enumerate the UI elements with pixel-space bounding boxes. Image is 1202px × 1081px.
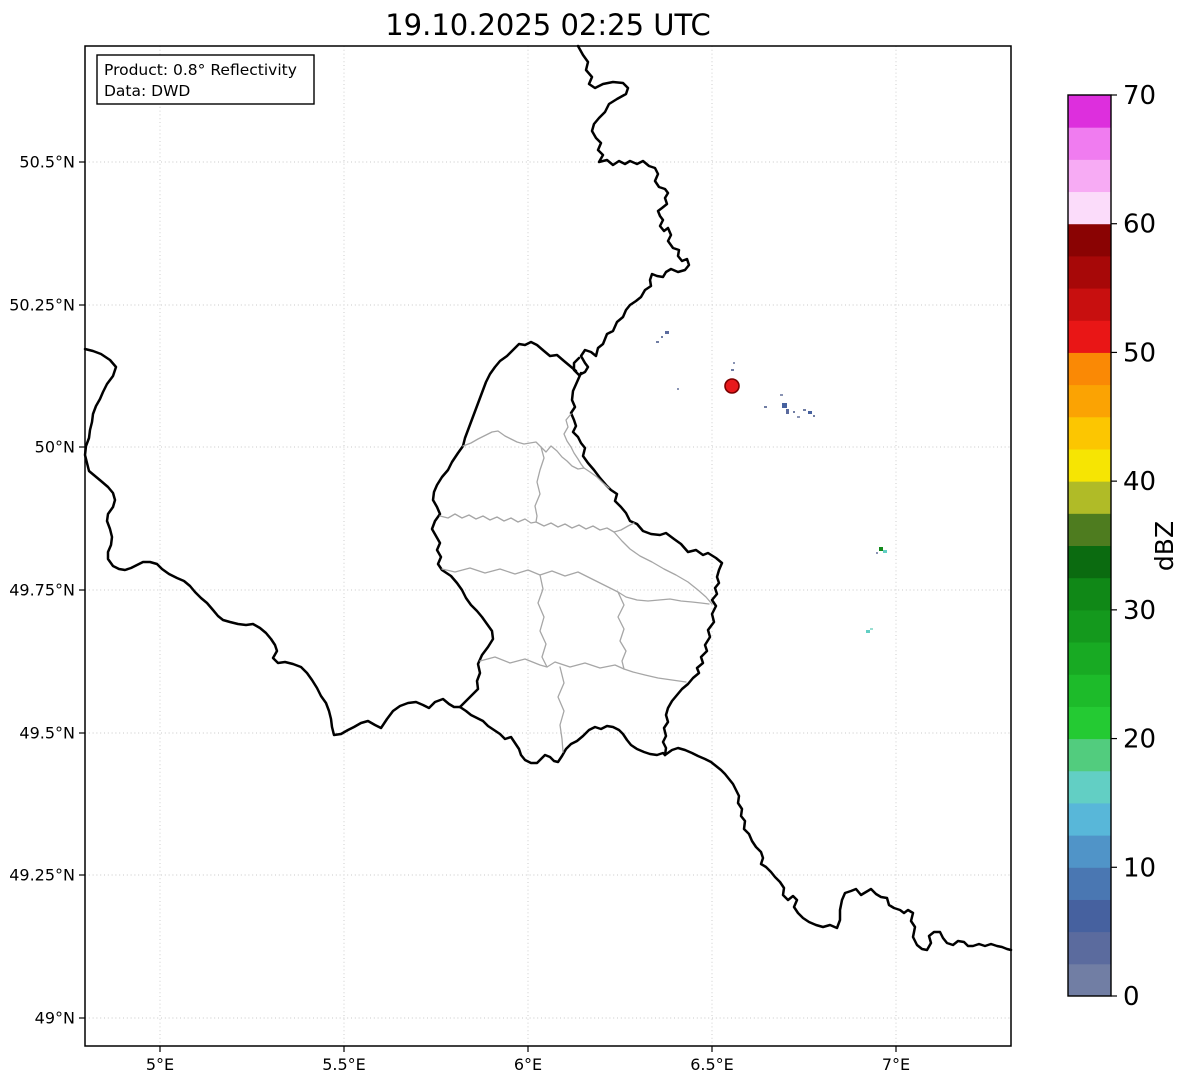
y-tick-label: 49°N [35,1009,75,1028]
canton-border [537,574,548,668]
product-info-box: Product: 0.8° Reflectivity Data: DWD [96,54,315,105]
y-tick-label: 50.25°N [9,296,75,315]
canton-border [462,430,610,489]
colorbar-segment [1068,127,1111,160]
colorbar-segment [1068,288,1111,321]
radar-echo-pixel [731,369,734,371]
colorbar-segment [1068,95,1111,128]
radar-echo-pixel [782,403,787,408]
colorbar-segment [1068,642,1111,675]
colorbar-segment [1068,159,1111,193]
radar-echo-layer [656,331,887,633]
radar-echo-pixel [813,415,815,417]
canton-border [617,591,627,670]
radar-echo-pixel [661,336,663,338]
axis-layer: 5°E 5.5°E 6°E 6.5°E 7°E 50.5°N 50.25°N 50°N 49.7… [9,153,910,1075]
colorbar-segment [1068,320,1111,353]
colorbar-tick-label: 40 [1123,467,1156,497]
canton-border [441,567,710,605]
radar-echo-pixel [870,628,873,630]
colorbar-tick-label: 60 [1123,210,1156,240]
colorbar-segment [1068,384,1111,418]
colorbar-segment [1068,577,1111,611]
colorbar-segment [1068,481,1111,514]
colorbar-segment [1068,706,1111,740]
radar-echo-pixel [733,362,735,364]
radar-site-marker [724,378,740,394]
radar-echo-pixel [656,341,659,343]
colorbar-segment [1068,609,1111,643]
colorbar-segment [1068,255,1111,289]
radar-echo-pixel [803,409,806,411]
colorbar-segment [1068,770,1111,804]
x-tick-label: 6°E [514,1055,542,1074]
colorbar-tick-label: 50 [1123,338,1156,368]
product-info-line2: Data: DWD [104,82,190,100]
colorbar-segment [1068,545,1111,579]
canton-border [534,446,545,523]
colorbar-segment [1068,738,1111,772]
colorbar-segment [1068,867,1111,900]
border-luxembourg-east [569,371,724,757]
border-belgium-france [83,347,462,737]
colorbar-segment [1068,448,1111,482]
colorbar-segment [1068,899,1111,933]
colorbar-tick-label: 70 [1123,81,1156,111]
colorbar-segment [1068,835,1111,868]
gridline-layer [85,46,1011,1046]
x-tick-label: 5°E [146,1055,174,1074]
radar-echo-pixel [793,411,795,413]
colorbar-segment [1068,931,1111,965]
colorbar-segment [1068,674,1111,707]
x-tick-label: 6.5°E [690,1055,734,1074]
y-tick-label: 49.75°N [9,581,75,600]
x-tick-label: 7°E [882,1055,910,1074]
canton-border [557,666,565,753]
colorbar-segment [1068,513,1111,546]
colorbar-tick-label: 30 [1123,596,1156,626]
colorbar-segment [1068,963,1111,997]
colorbar-tick-label: 20 [1123,725,1156,755]
radar-echo-pixel [876,552,878,554]
product-info-line1: Product: 0.8° Reflectivity [104,61,297,79]
radar-echo-pixel [677,388,679,390]
colorbar-tick-label: 0 [1123,982,1140,1012]
colorbar-segment [1068,802,1111,836]
radar-echo-pixel [786,409,789,414]
colorbar-unit-label: dBZ [1150,521,1179,571]
radar-echo-pixel [866,630,870,633]
radar-echo-pixel [797,416,800,418]
radar-echo-pixel [883,550,887,553]
colorbar-segment [1068,223,1111,257]
radar-map-figure: 19.10.2025 02:25 UTC 5°E 5.5°E 6°E 6.5°E 7°E… [9,8,1179,1075]
colorbar-segment [1068,191,1111,225]
radar-echo-pixel [879,547,883,551]
border-belgium-germany [572,44,691,377]
y-tick-label: 50.5°N [19,153,75,172]
colorbar-segment [1068,416,1111,450]
radar-echo-pixel [665,331,669,334]
canton-border [479,656,687,683]
map-frame [84,45,1012,1047]
y-tick-label: 49.5°N [19,724,75,743]
y-tick-label: 50°N [35,438,75,457]
radar-site-layer [724,378,740,394]
x-tick-label: 5.5°E [322,1055,366,1074]
canton-border [613,531,713,605]
radar-echo-pixel [808,411,812,414]
radar-echo-pixel [780,394,783,396]
colorbar-segment [1068,352,1111,386]
colorbar-tick-label: 10 [1123,853,1156,883]
radar-echo-pixel [764,406,767,408]
y-tick-label: 49.25°N [9,866,75,885]
border-france-germany [663,746,1013,952]
figure-title: 19.10.2025 02:25 UTC [385,8,711,42]
colorbar [1068,95,1111,997]
country-border-layer [83,44,1013,952]
